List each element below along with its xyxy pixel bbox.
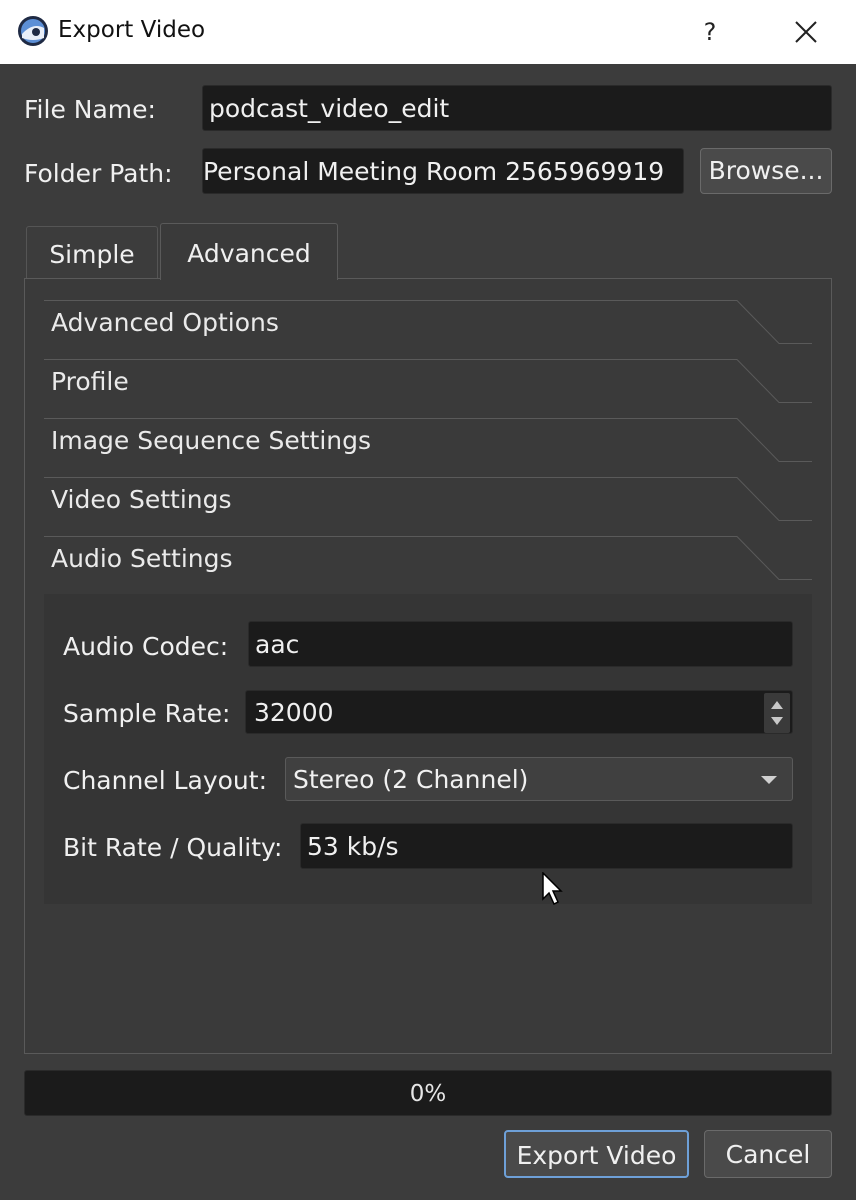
tab-simple[interactable]: Simple: [26, 226, 158, 278]
cancel-button[interactable]: Cancel: [704, 1130, 832, 1178]
channel-layout-label: Channel Layout:: [63, 766, 267, 795]
section-audio-settings[interactable]: Audio Settings: [44, 536, 812, 595]
window-title: Export Video: [58, 17, 206, 43]
file-name-label: File Name:: [24, 95, 156, 124]
section-label: Audio Settings: [51, 544, 233, 573]
file-name-input[interactable]: podcast_video_edit: [202, 85, 832, 131]
mouse-cursor-icon: [542, 872, 563, 906]
export-video-button[interactable]: Export Video: [504, 1130, 689, 1178]
folder-path-value: Personal Meeting Room 2565969919: [203, 157, 665, 186]
sample-rate-spinbox[interactable]: 32000: [245, 690, 793, 734]
section-label: Advanced Options: [51, 308, 279, 337]
section-advanced-options[interactable]: Advanced Options: [44, 300, 812, 359]
section-label: Profile: [51, 367, 129, 396]
title-bar: Export Video ?: [0, 0, 856, 64]
sample-rate-label: Sample Rate:: [63, 699, 231, 728]
section-image-sequence-settings[interactable]: Image Sequence Settings: [44, 418, 812, 477]
bit-rate-label: Bit Rate / Quality:: [63, 833, 283, 862]
channel-layout-select[interactable]: Stereo (2 Channel): [285, 757, 793, 801]
channel-layout-value: Stereo (2 Channel): [293, 765, 529, 794]
audio-codec-label: Audio Codec:: [63, 632, 229, 661]
section-header-outline: [44, 359, 812, 403]
bit-rate-input[interactable]: 53 kb/s: [300, 823, 793, 869]
folder-path-label: Folder Path:: [24, 159, 173, 188]
tab-advanced[interactable]: Advanced: [160, 223, 338, 280]
sample-rate-value: 32000: [254, 698, 334, 727]
section-video-settings[interactable]: Video Settings: [44, 477, 812, 536]
section-label: Video Settings: [51, 485, 232, 514]
help-button[interactable]: ?: [692, 12, 728, 52]
browse-button[interactable]: Browse...: [700, 148, 832, 194]
folder-path-input[interactable]: Personal Meeting Room 2565969919: [202, 148, 684, 194]
progress-text: 0%: [409, 1081, 447, 1107]
section-profile[interactable]: Profile: [44, 359, 812, 418]
spin-arrows-icon[interactable]: [764, 693, 790, 733]
chevron-down-icon: [761, 776, 777, 784]
audio-codec-input[interactable]: aac: [248, 621, 793, 667]
section-label: Image Sequence Settings: [51, 426, 372, 455]
close-icon[interactable]: [784, 12, 828, 52]
export-progress-bar: 0%: [24, 1070, 832, 1116]
app-logo-icon: [18, 16, 48, 46]
